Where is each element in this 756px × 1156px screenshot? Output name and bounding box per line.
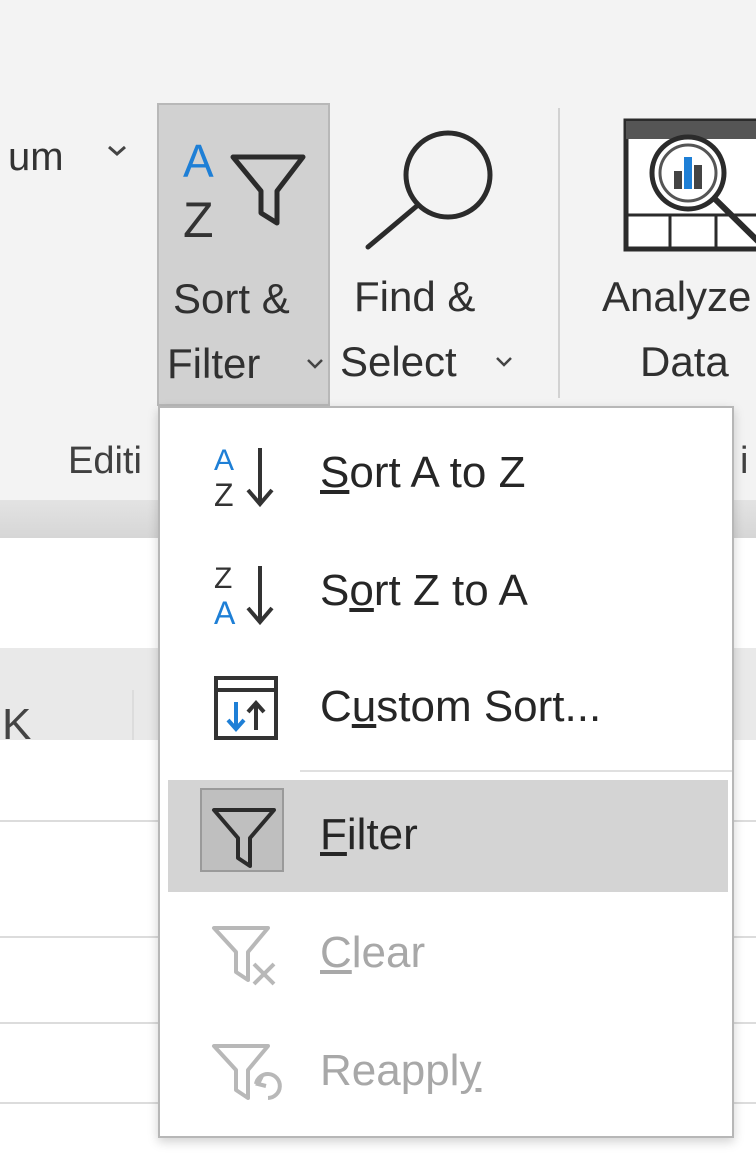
analyze-data-label-line2: Data xyxy=(640,338,729,385)
chevron-down-icon xyxy=(307,359,323,369)
sort-ascending-icon: A Z xyxy=(214,444,274,510)
menu-item-clear[interactable]: Clear xyxy=(160,898,732,1010)
menu-item-label: Reapply xyxy=(320,1046,482,1095)
find-select-label-line1: Find & xyxy=(354,273,476,320)
svg-text:A: A xyxy=(214,444,234,477)
svg-text:A: A xyxy=(214,595,236,628)
filter-icon xyxy=(212,808,276,868)
menu-item-reapply[interactable]: Reapply xyxy=(160,1016,732,1128)
menu-item-filter[interactable]: Filter xyxy=(168,780,728,892)
find-select-label-line2: Select xyxy=(340,338,457,385)
svg-text:Z: Z xyxy=(183,192,214,245)
group-separator xyxy=(558,108,560,398)
clear-filter-icon xyxy=(212,926,276,986)
menu-item-label: Sort A to Z xyxy=(320,448,526,497)
find-select-button[interactable]: Find & Select xyxy=(332,103,522,406)
menu-item-sort-z-to-a[interactable]: Z A Sort Z to A xyxy=(160,536,732,648)
svg-text:A: A xyxy=(183,135,214,187)
sort-filter-icon: A Z xyxy=(183,135,306,245)
menu-separator xyxy=(300,770,732,772)
menu-item-label: Filter xyxy=(320,810,418,859)
search-icon xyxy=(365,130,493,250)
menu-item-custom-sort[interactable]: Custom Sort... xyxy=(160,652,732,764)
svg-text:Z: Z xyxy=(214,477,234,510)
reapply-filter-icon xyxy=(212,1044,282,1100)
sort-descending-icon: Z A xyxy=(214,562,274,628)
sort-filter-label-line2: Filter xyxy=(167,340,261,387)
sort-filter-dropdown-menu: A Z Sort A to Z Z A Sort Z to A Custom S… xyxy=(158,406,734,1138)
menu-item-sort-a-to-z[interactable]: A Z Sort A to Z xyxy=(160,418,732,530)
custom-sort-icon xyxy=(214,676,278,740)
chevron-down-icon xyxy=(496,357,512,367)
group-label-editing: Editi xyxy=(68,440,142,482)
sort-filter-label-line1: Sort & xyxy=(173,275,290,322)
menu-item-label: Sort Z to A xyxy=(320,566,528,615)
analyze-data-label-line1: Analyze xyxy=(602,273,752,320)
analyze-data-button[interactable]: Analyze Data xyxy=(590,103,756,406)
menu-item-label: Custom Sort... xyxy=(320,682,602,731)
sort-filter-button[interactable]: A Z Sort & Filter xyxy=(157,103,330,406)
analyze-data-icon xyxy=(623,118,756,252)
autosum-label-partial[interactable]: um xyxy=(8,135,64,180)
chevron-down-icon[interactable] xyxy=(106,143,128,159)
menu-item-label: Clear xyxy=(320,928,426,977)
group-label-analysis: i xyxy=(740,440,749,482)
svg-text:Z: Z xyxy=(214,562,232,595)
